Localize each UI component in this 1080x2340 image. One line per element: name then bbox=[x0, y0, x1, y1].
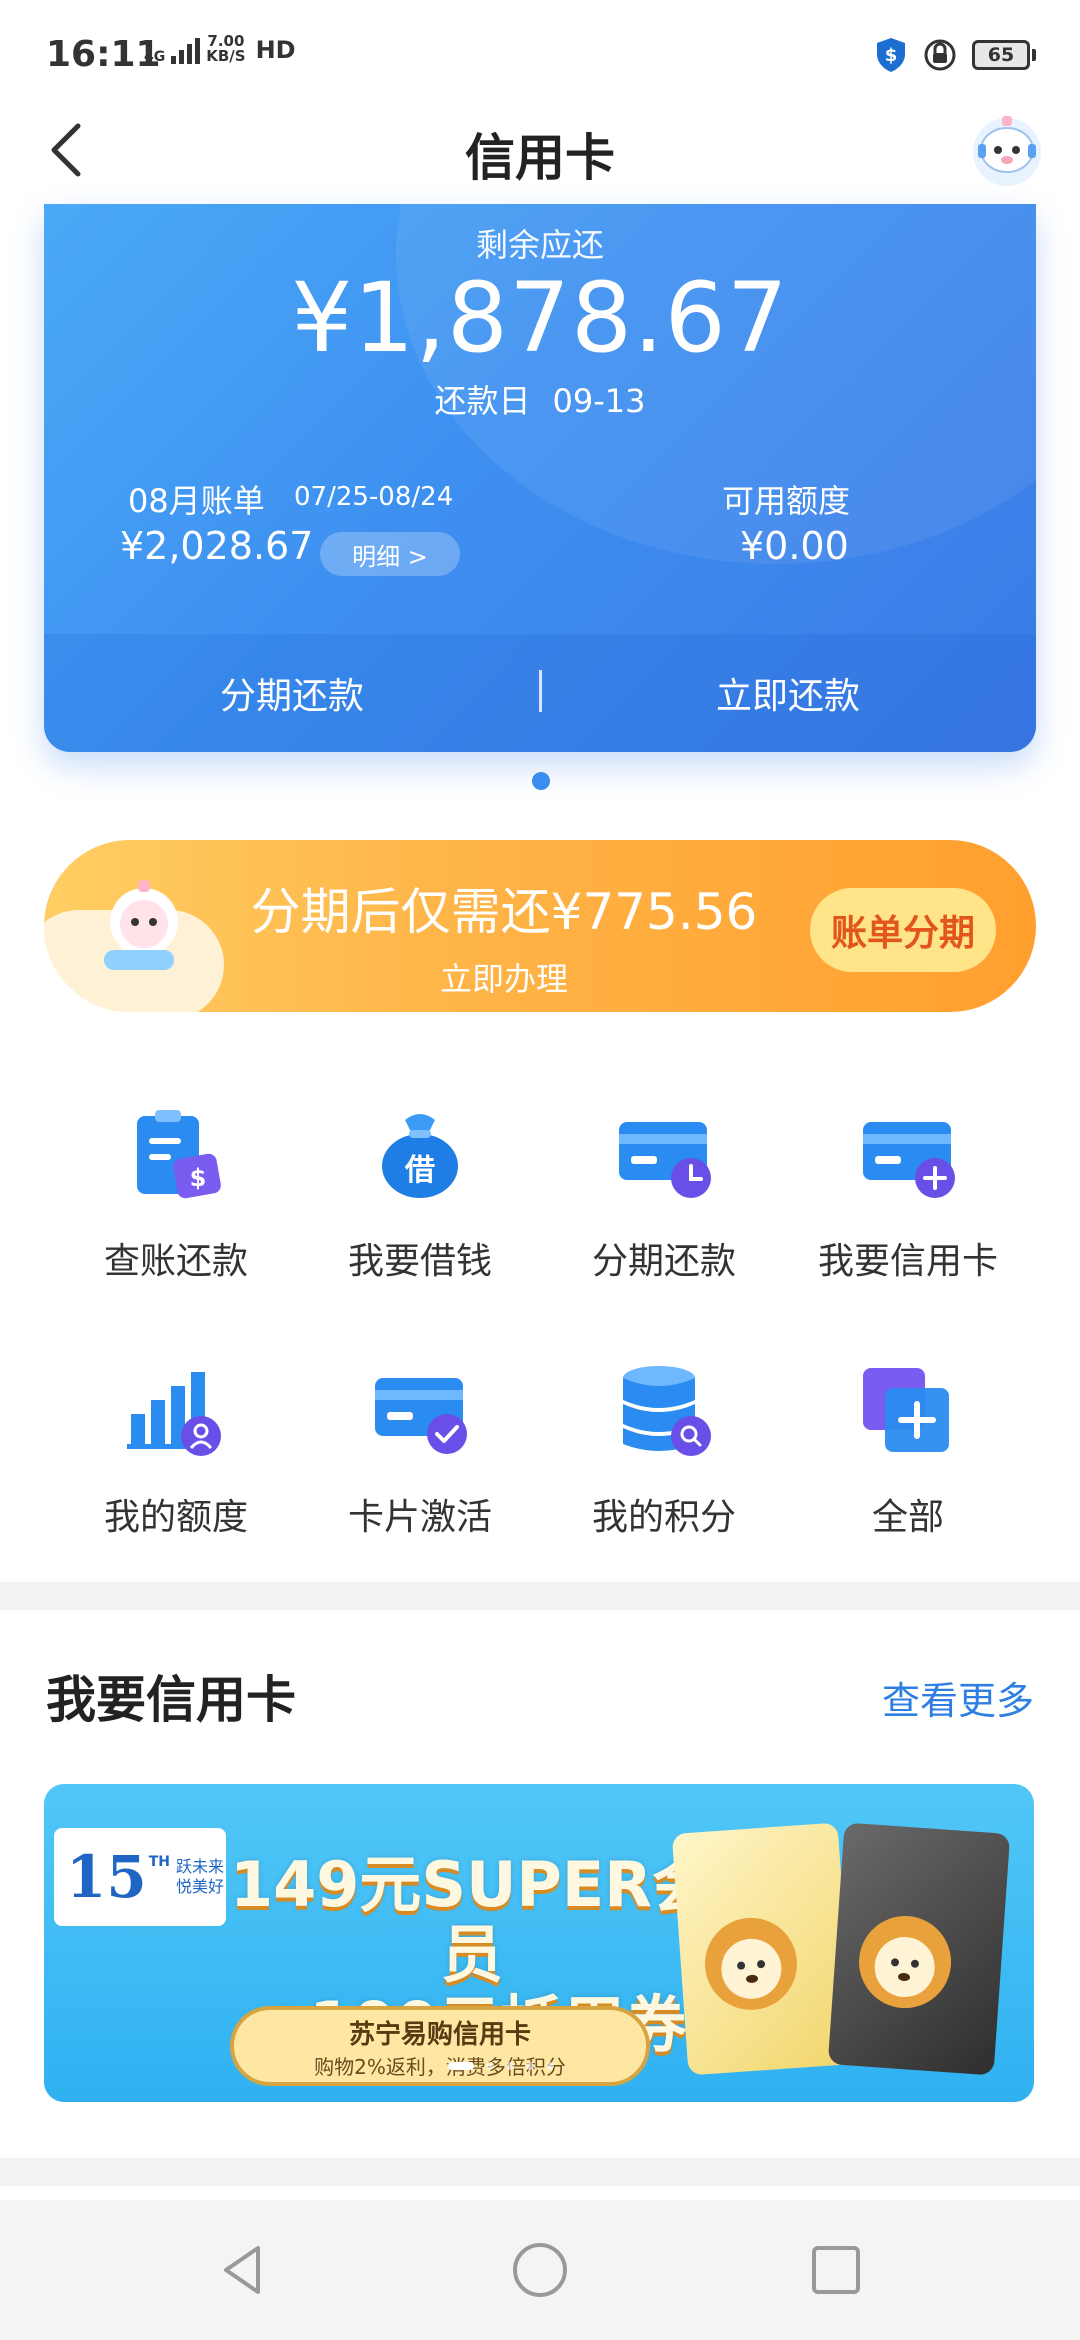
bill-title: 08月账单 bbox=[128, 482, 265, 520]
view-more-link[interactable]: 查看更多 bbox=[882, 1670, 1034, 1725]
robot-mascot-avatar[interactable] bbox=[964, 106, 1050, 192]
pager-dot bbox=[546, 2062, 554, 2070]
grid-label: 我的额度 bbox=[103, 1497, 248, 1538]
grid-item-all[interactable]: 全部 bbox=[786, 1336, 1030, 1556]
lock-rotation-icon bbox=[924, 39, 956, 71]
remaining-label: 剩余应还 bbox=[475, 226, 604, 264]
grid-label: 查账还款 bbox=[103, 1241, 248, 1282]
grid-item-installment[interactable]: 分期还款 bbox=[542, 1080, 786, 1300]
grid-label: 我要信用卡 bbox=[817, 1241, 998, 1282]
bag-char: 借 bbox=[404, 1153, 435, 1188]
headline-line1: 149元SUPER会员 bbox=[230, 1848, 714, 1991]
lion-mascot-icon bbox=[859, 1916, 952, 2009]
installment-promo-banner[interactable]: 分期后仅需还¥775.56 立即办理 账单分期 bbox=[44, 840, 1036, 1012]
square-recents-icon[interactable] bbox=[806, 2240, 866, 2300]
grid-item-my-points[interactable]: 我的积分 bbox=[542, 1336, 786, 1556]
grid-item-my-limit[interactable]: 我的额度 bbox=[54, 1336, 298, 1556]
bill-period: 07/25-08/24 bbox=[294, 482, 454, 512]
promo-text: 分期后仅需还¥775.56 立即办理 bbox=[224, 872, 784, 1000]
speed-unit: KB/S bbox=[206, 47, 246, 65]
grid-item-card-activate[interactable]: 卡片激活 bbox=[298, 1336, 542, 1556]
lion-mascot-icon bbox=[705, 1917, 798, 2010]
triangle-back-icon[interactable] bbox=[214, 2240, 274, 2300]
promo-main-text: 分期后仅需还¥775.56 bbox=[250, 883, 758, 941]
anniversary-number: 15 bbox=[66, 1843, 147, 1911]
page-title: 信用卡 bbox=[465, 129, 615, 187]
network-indicator: 4G 7.00 KB/S HD bbox=[144, 34, 296, 64]
grid-item-check-bill[interactable]: $ 查账还款 bbox=[54, 1080, 298, 1300]
black-credit-card-image bbox=[827, 1822, 1011, 2076]
section-divider bbox=[0, 2158, 1080, 2186]
bill-detail-button[interactable]: 明细 > bbox=[320, 532, 460, 576]
page: 16:11 4G 7.00 KB/S HD $ 65 信用卡 剩余应还 ¥1,8… bbox=[0, 0, 1080, 2340]
gold-credit-card-image bbox=[671, 1822, 855, 2076]
available-credit-amount: ¥0.00 bbox=[740, 524, 849, 568]
due-date-row: 还款日 09-13 bbox=[44, 376, 1036, 422]
credit-card-ad-banner[interactable]: 15 TH 跃未来 悦美好 149元SUPER会员 +100元抵用券 苏宁易购信… bbox=[44, 1784, 1034, 2102]
pill-title: 苏宁易购信用卡 bbox=[348, 2020, 531, 2050]
function-grid: $ 查账还款 借 我要借钱 分期还款 我要信用卡 我的额度 卡片激活 我的积分 … bbox=[0, 1080, 1080, 1580]
pager-dot bbox=[486, 2062, 494, 2070]
ad-pill: 苏宁易购信用卡 购物2%返利，消费多倍积分 bbox=[230, 2006, 650, 2086]
credit-card-summary[interactable]: 剩余应还 ¥1,878.67 还款日 09-13 08月账单 07/25-08/2… bbox=[44, 204, 1036, 752]
section-divider bbox=[0, 1582, 1080, 1610]
card-action-bar: 分期还款 立即还款 bbox=[44, 634, 1036, 752]
anniversary-logo: 15 TH 跃未来 悦美好 bbox=[54, 1828, 226, 1926]
banner-pager bbox=[448, 2062, 554, 2070]
bill-dollar-icon: $ bbox=[137, 1110, 221, 1199]
circle-home-icon[interactable] bbox=[510, 2240, 570, 2300]
battery-icon: 65 bbox=[972, 40, 1030, 70]
pager-dot bbox=[506, 2062, 514, 2070]
grid-label: 全部 bbox=[871, 1497, 944, 1538]
grid-label: 我的积分 bbox=[591, 1497, 736, 1538]
bill-installment-button[interactable]: 账单分期 bbox=[810, 888, 996, 972]
card-clock-icon bbox=[619, 1122, 711, 1198]
money-bag-icon: 借 bbox=[382, 1114, 458, 1198]
anniversary-th: TH bbox=[148, 1854, 170, 1870]
battery-tip bbox=[1032, 49, 1036, 61]
remaining-amount: ¥1,878.67 bbox=[291, 262, 789, 374]
due-label: 还款日 bbox=[434, 382, 531, 420]
svg-text:$: $ bbox=[190, 1164, 207, 1192]
card-check-icon bbox=[375, 1378, 467, 1454]
repay-now-button[interactable]: 立即还款 bbox=[540, 634, 1036, 752]
system-nav-bar bbox=[0, 2200, 1080, 2340]
promo-sub-text: 立即办理 bbox=[439, 960, 568, 998]
database-search-icon bbox=[623, 1366, 711, 1456]
grid-label: 卡片激活 bbox=[347, 1497, 492, 1538]
pager-dot bbox=[526, 2062, 534, 2070]
card-pager-dot bbox=[532, 772, 550, 790]
card-plus-icon bbox=[863, 1122, 955, 1198]
due-date: 09-13 bbox=[552, 382, 646, 420]
pill-subtitle: 购物2%返利，消费多倍积分 bbox=[314, 2055, 566, 2079]
shield-dollar-icon: $ bbox=[877, 38, 905, 72]
grid-label: 我要借钱 bbox=[347, 1241, 492, 1282]
astronaut-mascot-icon bbox=[104, 880, 178, 970]
grid-item-borrow[interactable]: 借 我要借钱 bbox=[298, 1080, 542, 1300]
pager-dot bbox=[448, 2062, 474, 2070]
speed-indicator: 7.00 KB/S bbox=[206, 34, 245, 64]
hd-badge: HD bbox=[255, 36, 296, 64]
installment-repay-button[interactable]: 分期还款 bbox=[44, 634, 540, 752]
bar-chart-user-icon bbox=[127, 1372, 221, 1456]
grid-label: 分期还款 bbox=[591, 1241, 736, 1282]
section-title: 我要信用卡 bbox=[46, 1671, 296, 1729]
nav-bar: 信用卡 bbox=[0, 100, 1080, 204]
squares-plus-icon bbox=[863, 1368, 949, 1452]
available-credit-label: 可用额度 bbox=[722, 482, 851, 520]
status-bar: 16:11 4G 7.00 KB/S HD $ 65 bbox=[0, 0, 1080, 100]
status-icons: $ 65 bbox=[874, 36, 1036, 74]
network-type: 4G bbox=[144, 49, 166, 65]
grid-item-apply-card[interactable]: 我要信用卡 bbox=[786, 1080, 1030, 1300]
svg-text:$: $ bbox=[885, 45, 898, 66]
bill-amount: ¥2,028.67 bbox=[120, 524, 314, 568]
signal-icon bbox=[171, 36, 201, 64]
